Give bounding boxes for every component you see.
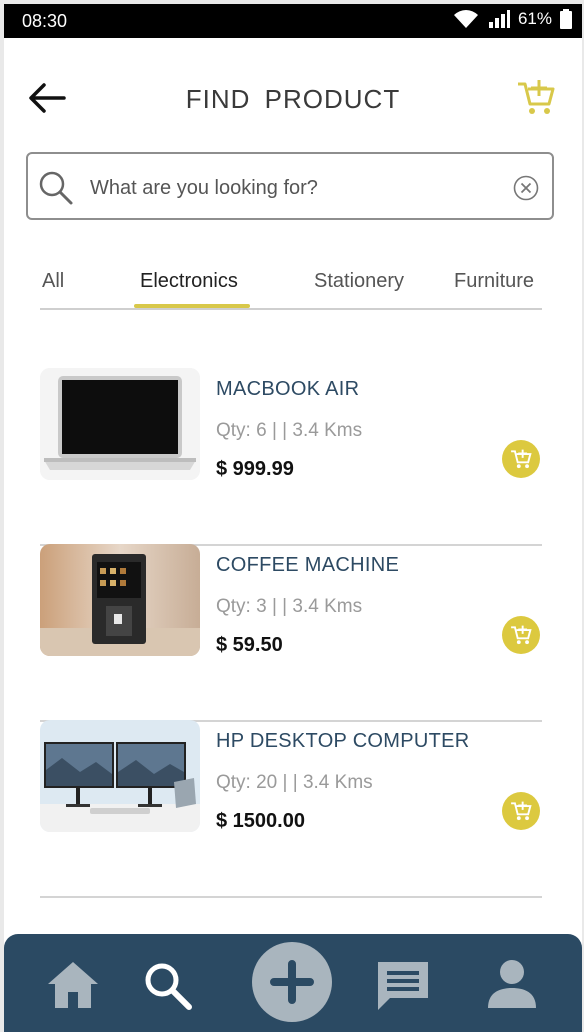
nav-home[interactable]	[46, 960, 100, 1015]
tab-stationery[interactable]: Stationery	[314, 270, 404, 293]
search-box	[26, 152, 554, 220]
signal-icon	[488, 10, 510, 28]
product-qty: Qty: 20 | | 3.4 Kms	[216, 772, 373, 793]
battery-percent: 61%	[517, 9, 552, 28]
nav-search[interactable]	[142, 960, 194, 1017]
bottom-nav	[4, 934, 582, 1032]
add-to-cart-icon	[511, 449, 532, 469]
clear-icon[interactable]	[512, 174, 540, 202]
add-to-cart-button[interactable]	[502, 792, 540, 830]
search-icon	[39, 171, 73, 205]
product-image-laptop	[40, 368, 200, 480]
product-image-coffee-machine	[40, 544, 200, 656]
tab-all[interactable]: All	[42, 270, 64, 293]
product-image-desktop	[40, 720, 200, 832]
add-to-cart-button[interactable]	[502, 616, 540, 654]
nav-messages[interactable]	[374, 958, 432, 1019]
cart-button[interactable]	[516, 78, 556, 118]
header: FIND PRODUCT	[4, 64, 582, 134]
page-title: FIND PRODUCT	[185, 84, 401, 114]
search-input[interactable]	[88, 170, 502, 206]
product-name: MACBOOK AIR	[216, 378, 360, 400]
chat-icon	[378, 962, 428, 1010]
add-to-cart-button[interactable]	[502, 440, 540, 478]
tab-furniture[interactable]: Furniture	[454, 270, 534, 293]
coffee-machine-image	[40, 544, 200, 656]
desktop-image	[40, 720, 200, 832]
add-to-cart-icon	[518, 80, 555, 114]
battery-icon	[560, 9, 572, 29]
add-to-cart-icon	[511, 625, 532, 645]
plus-icon	[270, 960, 314, 1004]
home-icon	[48, 962, 98, 1008]
laptop-image	[40, 368, 200, 480]
product-price: $ 59.50	[216, 634, 283, 656]
status-time: 08:30	[22, 11, 68, 31]
status-bar: 08:30 61%	[4, 4, 582, 38]
product-name: COFFEE MACHINE	[216, 554, 400, 576]
search-icon	[145, 963, 192, 1010]
wifi-icon	[453, 10, 478, 28]
product-qty: Qty: 6 | | 3.4 Kms	[216, 420, 363, 441]
product-name: HP DESKTOP COMPUTER	[216, 730, 470, 752]
product-item[interactable]: MACBOOK AIR Qty: 6 | | 3.4 Kms $ 999.99	[40, 368, 542, 546]
profile-icon	[488, 960, 536, 1008]
product-item[interactable]: COFFEE MACHINE Qty: 3 | | 3.4 Kms $ 59.5…	[40, 544, 542, 722]
nav-profile[interactable]	[486, 958, 538, 1015]
product-item[interactable]: HP DESKTOP COMPUTER Qty: 20 | | 3.4 Kms …	[40, 720, 542, 898]
nav-add-button[interactable]	[252, 942, 332, 1022]
product-price: $ 999.99	[216, 458, 294, 480]
product-price: $ 1500.00	[216, 810, 305, 832]
tab-electronics[interactable]: Electronics	[140, 270, 238, 293]
active-tab-indicator	[134, 304, 250, 308]
status-icons: 61%	[452, 9, 572, 29]
product-qty: Qty: 3 | | 3.4 Kms	[216, 596, 363, 617]
category-tabs: All Electronics Stationery Furniture	[40, 262, 542, 310]
add-to-cart-icon	[511, 801, 532, 821]
phone-screen: 08:30 61% FIND PRODUCT What are you look…	[4, 4, 582, 1032]
